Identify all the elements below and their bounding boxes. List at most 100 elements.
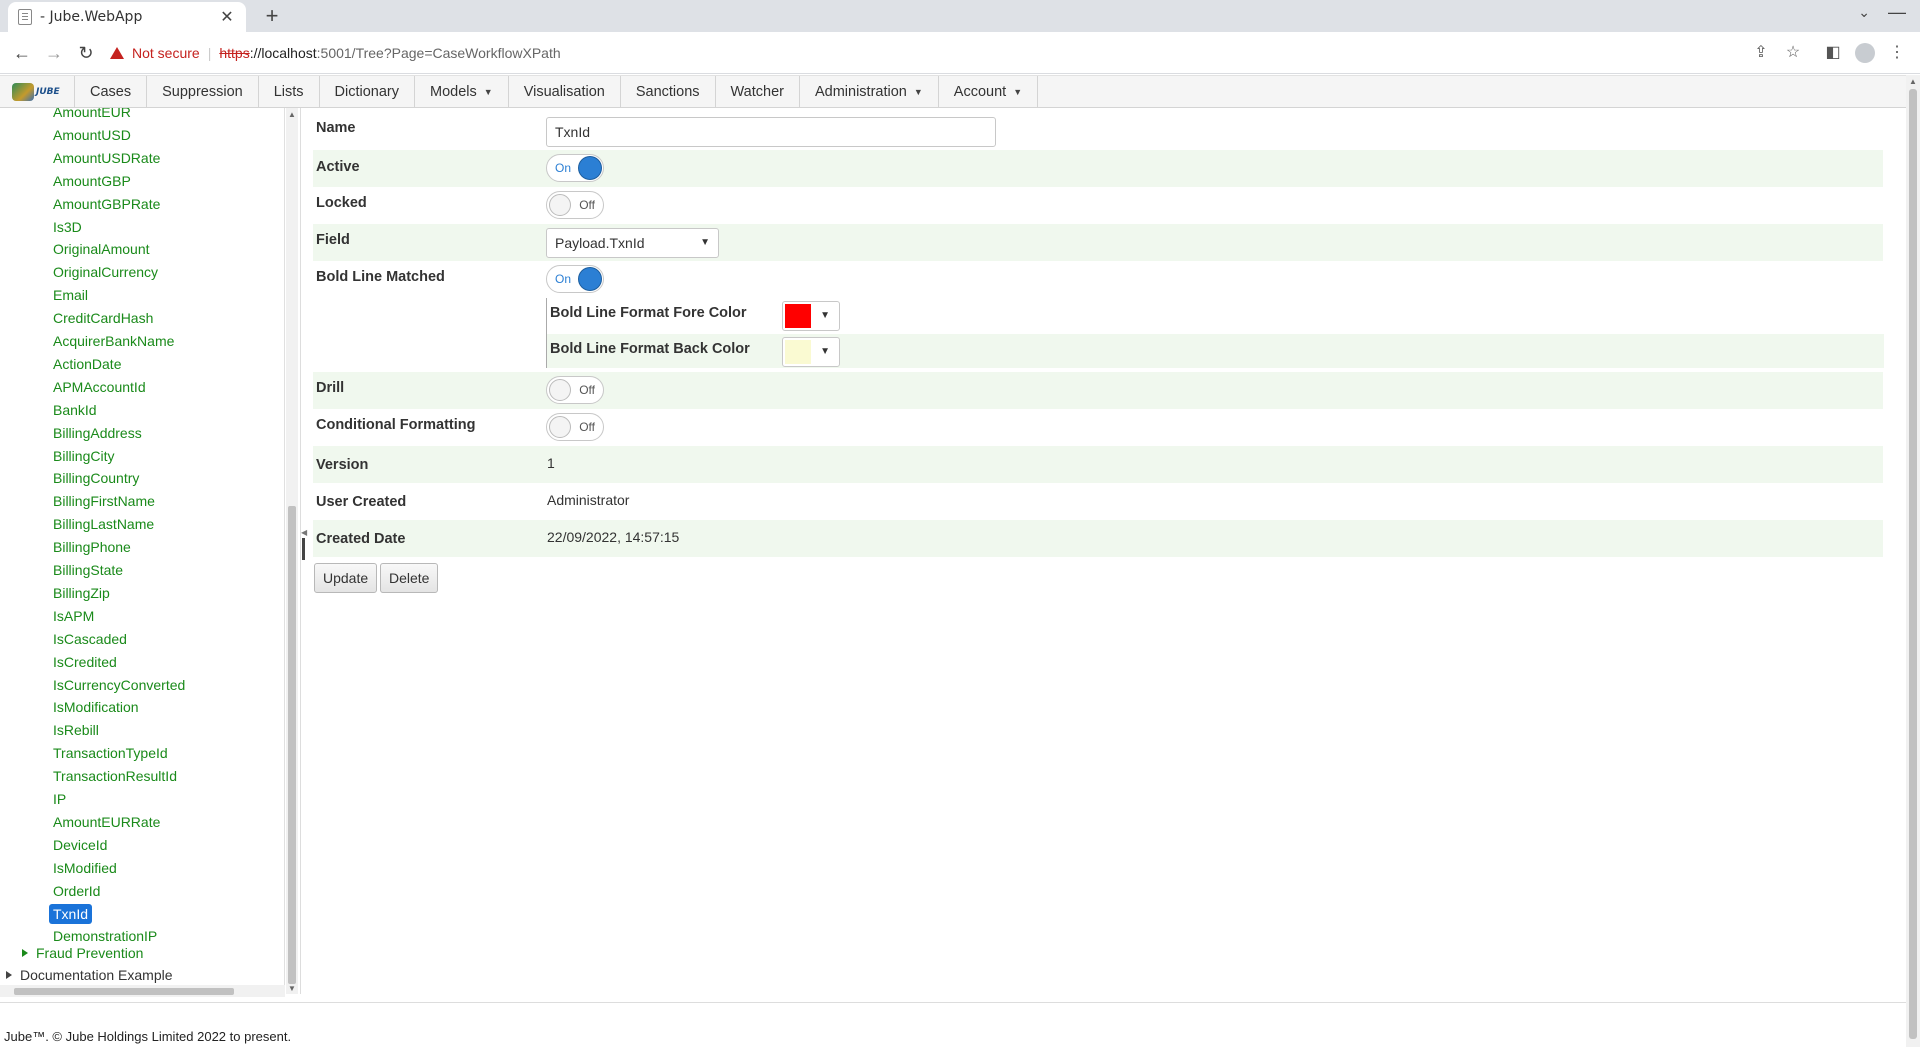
- tree-node-billingcountry[interactable]: BillingCountry: [53, 468, 139, 488]
- menu-cases[interactable]: Cases: [75, 76, 148, 108]
- menu-label: Account: [953, 84, 1007, 100]
- tree-node-amountusd[interactable]: AmountUSD: [53, 125, 131, 145]
- new-tab-button[interactable]: +: [258, 2, 286, 30]
- share-icon[interactable]: ⇪: [1752, 44, 1770, 62]
- minimize-icon[interactable]: —: [1888, 2, 1906, 23]
- name-input[interactable]: TxnId: [546, 117, 996, 147]
- toggle-state: On: [555, 272, 572, 286]
- tree-node-is3d[interactable]: Is3D: [53, 217, 82, 237]
- menu-lists[interactable]: Lists: [259, 76, 320, 108]
- delete-button[interactable]: Delete: [380, 563, 439, 593]
- bookmark-star-icon[interactable]: ☆: [1784, 44, 1802, 62]
- tree-vertical-scrollbar[interactable]: ▲ ▼: [286, 108, 298, 994]
- tree-node-iscascaded[interactable]: IsCascaded: [53, 629, 127, 649]
- menu-models[interactable]: Models ▼: [415, 76, 509, 108]
- expand-arrow-icon[interactable]: [6, 971, 12, 979]
- menu-administration[interactable]: Administration ▼: [800, 76, 939, 108]
- fore-color-row: Bold Line Format Fore Color ▼: [547, 298, 1884, 332]
- back-icon[interactable]: ←: [9, 40, 35, 66]
- menu-suppression[interactable]: Suppression: [147, 76, 259, 108]
- menu-visualisation[interactable]: Visualisation: [509, 76, 621, 108]
- expand-arrow-icon[interactable]: [22, 949, 28, 957]
- tree-node-originalamount[interactable]: OriginalAmount: [53, 239, 150, 259]
- tree-node-billingzip[interactable]: BillingZip: [53, 583, 110, 603]
- tree-node-apmaccountid[interactable]: APMAccountId: [53, 377, 146, 397]
- tree-group-documentation-example[interactable]: Documentation Example: [6, 965, 173, 985]
- tree-node-amounteurrate[interactable]: AmountEURRate: [53, 812, 160, 832]
- close-tab-icon[interactable]: ✕: [218, 7, 236, 27]
- tree-node-ismodified[interactable]: IsModified: [53, 858, 117, 878]
- tree-node-ismodification[interactable]: IsModification: [53, 697, 139, 717]
- browser-tab[interactable]: - Jube.WebApp ✕: [8, 2, 246, 32]
- tree-node-billingstate[interactable]: BillingState: [53, 560, 123, 580]
- tree-node-ip[interactable]: IP: [53, 789, 66, 809]
- tree-node-iscurrencyconverted[interactable]: IsCurrencyConverted: [53, 675, 185, 695]
- bold-line-format-panel: Bold Line Format Fore Color ▼ Bold Line …: [546, 298, 1884, 368]
- version-row: Version 1: [313, 446, 1883, 483]
- active-label: Active: [316, 159, 360, 175]
- active-toggle[interactable]: On: [546, 154, 604, 182]
- browser-menu-icon[interactable]: ⋮: [1888, 44, 1906, 62]
- menu-sanctions[interactable]: Sanctions: [621, 76, 716, 108]
- tree-node-amountgbprate[interactable]: AmountGBPRate: [53, 194, 160, 214]
- not-secure-label: Not secure: [132, 45, 200, 61]
- back-color-picker[interactable]: ▼: [782, 337, 840, 367]
- collapse-arrow-icon[interactable]: ◀: [301, 528, 307, 537]
- tree-node-transactiontypeid[interactable]: TransactionTypeId: [53, 743, 168, 763]
- menu-watcher[interactable]: Watcher: [716, 76, 800, 108]
- page-vertical-scrollbar[interactable]: ▲: [1906, 75, 1920, 1047]
- tree-node-billingaddress[interactable]: BillingAddress: [53, 423, 142, 443]
- locked-toggle[interactable]: Off: [546, 191, 604, 219]
- field-select[interactable]: Payload.TxnId ▼: [546, 228, 719, 258]
- tab-search-icon[interactable]: ⌄: [1858, 4, 1870, 21]
- conditional-formatting-toggle[interactable]: Off: [546, 413, 604, 441]
- tree-node-bankid[interactable]: BankId: [53, 400, 97, 420]
- jube-logo[interactable]: JUBE: [0, 76, 75, 108]
- url-scheme: https: [219, 45, 250, 61]
- tree-node-billingfirstname[interactable]: BillingFirstName: [53, 491, 155, 511]
- tree-horizontal-scrollbar[interactable]: [0, 985, 285, 997]
- tree-node-amounteur[interactable]: AmountEUR: [53, 108, 131, 122]
- scroll-thumb[interactable]: [14, 988, 234, 995]
- tree-node-deviceid[interactable]: DeviceId: [53, 835, 107, 855]
- scroll-up-icon[interactable]: ▲: [288, 110, 296, 119]
- tree-node-amountusdrate[interactable]: AmountUSDRate: [53, 148, 160, 168]
- tree-node-originalcurrency[interactable]: OriginalCurrency: [53, 262, 158, 282]
- tree-node-orderid[interactable]: OrderId: [53, 881, 100, 901]
- scroll-thumb[interactable]: [288, 506, 296, 984]
- tree-node-billingphone[interactable]: BillingPhone: [53, 537, 131, 557]
- menu-account[interactable]: Account ▼: [939, 76, 1039, 108]
- tree-node-isapm[interactable]: IsAPM: [53, 606, 94, 626]
- address-bar[interactable]: Not secure | https://localhost:5001/Tree…: [110, 37, 1790, 69]
- tree-node-iscredited[interactable]: IsCredited: [53, 652, 117, 672]
- tree-node-billinglastname[interactable]: BillingLastName: [53, 514, 154, 534]
- tree-node-amountgbp[interactable]: AmountGBP: [53, 171, 131, 191]
- forward-icon[interactable]: →: [41, 40, 67, 66]
- pane-splitter[interactable]: ◀: [300, 108, 308, 994]
- tree-group-fraud-prevention[interactable]: Fraud Prevention: [22, 943, 143, 963]
- user-created-label: User Created: [316, 494, 407, 510]
- bold-line-toggle[interactable]: On: [546, 265, 604, 293]
- tree-node-email[interactable]: Email: [53, 285, 88, 305]
- scroll-thumb[interactable]: [1909, 89, 1917, 1039]
- tree-node-isrebill[interactable]: IsRebill: [53, 720, 99, 740]
- caret-down-icon: ▼: [1013, 87, 1023, 97]
- fore-color-picker[interactable]: ▼: [782, 301, 840, 331]
- update-button[interactable]: Update: [314, 563, 378, 593]
- reload-icon[interactable]: ↻: [73, 40, 99, 66]
- drill-toggle[interactable]: Off: [546, 376, 604, 404]
- menu-label: Visualisation: [523, 84, 605, 100]
- tree-node-creditcardhash[interactable]: CreditCardHash: [53, 308, 153, 328]
- tree-node-acquirerbankname[interactable]: AcquirerBankName: [53, 331, 174, 351]
- created-date-value: 22/09/2022, 14:57:15: [547, 529, 680, 545]
- splitter-grip[interactable]: [302, 538, 305, 560]
- side-panel-icon[interactable]: ◧: [1824, 44, 1842, 62]
- tree-node-transactionresultid[interactable]: TransactionResultId: [53, 766, 177, 786]
- scroll-up-icon[interactable]: ▲: [1909, 77, 1917, 86]
- menu-dictionary[interactable]: Dictionary: [320, 76, 416, 108]
- scroll-down-icon[interactable]: ▼: [288, 984, 296, 993]
- tree-node-actiondate[interactable]: ActionDate: [53, 354, 121, 374]
- profile-icon[interactable]: [1855, 43, 1875, 63]
- tree-node-billingcity[interactable]: BillingCity: [53, 446, 114, 466]
- tree-node-txnid[interactable]: TxnId: [49, 904, 93, 924]
